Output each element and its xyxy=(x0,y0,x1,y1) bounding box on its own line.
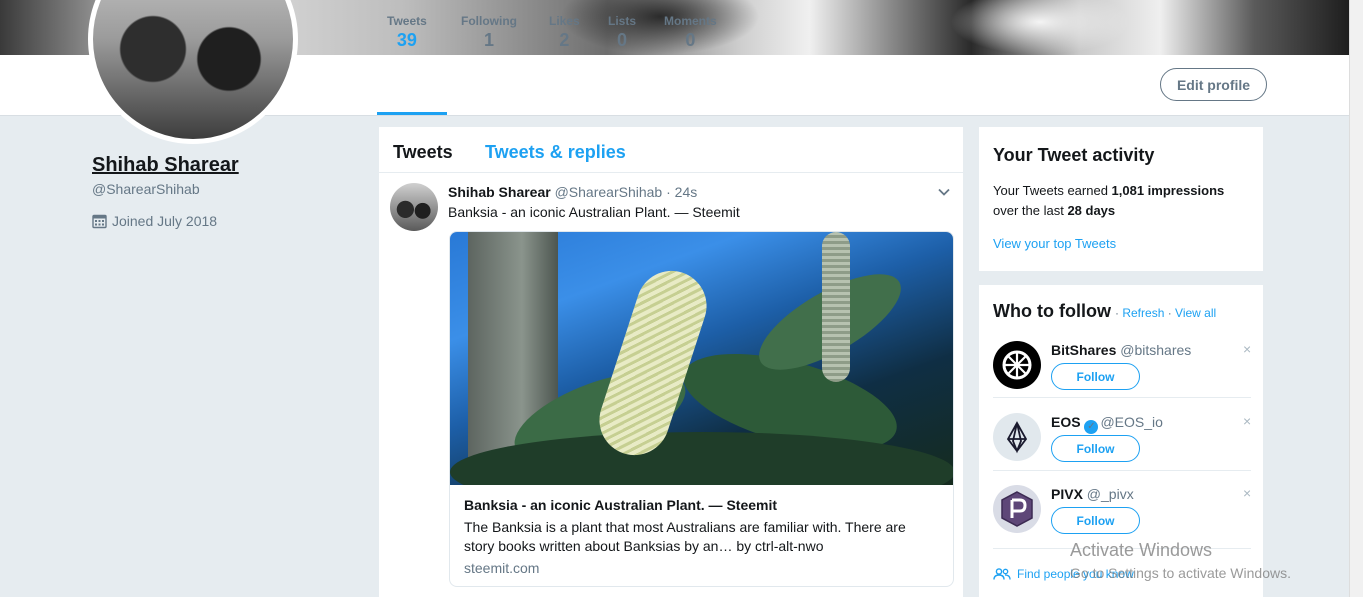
nav-moments[interactable]: Moments 0 xyxy=(664,14,717,51)
joined-text: Joined July 2018 xyxy=(112,213,218,229)
divider xyxy=(993,397,1251,398)
account-handle: @EOS_io xyxy=(1100,414,1163,430)
card-image xyxy=(450,232,953,485)
follow-button[interactable]: Follow xyxy=(1051,435,1140,462)
account-name[interactable]: EOS ✓ @EOS_io xyxy=(1051,414,1163,434)
eos-avatar[interactable] xyxy=(993,413,1041,461)
tweet-avatar[interactable] xyxy=(390,183,438,231)
tweet-activity-module: Your Tweet activity Your Tweets earned 1… xyxy=(978,126,1264,272)
module-title: Your Tweet activity xyxy=(993,145,1155,165)
tweet-text: Banksia - an iconic Australian Plant. — … xyxy=(448,204,740,220)
nav-following[interactable]: Following 1 xyxy=(461,14,517,51)
account-display-name: PIVX xyxy=(1051,486,1083,502)
card-title: Banksia - an iconic Australian Plant. — … xyxy=(464,497,778,513)
pivx-avatar[interactable] xyxy=(993,485,1041,533)
timeline-tabs: Tweets Tweets & replies xyxy=(379,127,963,173)
joined-date: Joined July 2018 xyxy=(92,213,217,229)
tab-tweets-replies[interactable]: Tweets & replies xyxy=(485,142,626,163)
nav-tweets[interactable]: Tweets 39 xyxy=(387,14,427,51)
activity-summary: Your Tweets earned 1,081 impressions over… xyxy=(993,181,1253,221)
activity-impressions: 1,081 impressions xyxy=(1111,183,1225,198)
account-name[interactable]: PIVX @_pivx xyxy=(1051,486,1134,502)
chevron-down-icon[interactable] xyxy=(937,185,951,204)
timeline: Tweets Tweets & replies Shihab Sharear @… xyxy=(378,126,964,597)
dismiss-icon[interactable]: × xyxy=(1243,341,1251,357)
activity-text: over the last xyxy=(993,203,1068,218)
card-image-spike xyxy=(822,232,850,382)
tab-tweets[interactable]: Tweets xyxy=(393,142,453,163)
bitshares-logo-icon xyxy=(1002,350,1032,380)
tweet-author-handle[interactable]: @SharearShihab xyxy=(555,184,663,200)
watermark-title: Activate Windows xyxy=(1070,540,1213,560)
link-card[interactable]: Banksia - an iconic Australian Plant. — … xyxy=(449,231,954,587)
who-to-follow-links: · Refresh · View all xyxy=(1115,306,1216,320)
refresh-link[interactable]: Refresh xyxy=(1122,306,1164,320)
nav-count: 2 xyxy=(559,30,570,50)
follow-button[interactable]: Follow xyxy=(1051,507,1140,534)
eos-logo-icon xyxy=(1006,421,1028,454)
dismiss-icon[interactable]: × xyxy=(1243,413,1251,429)
account-handle: @bitshares xyxy=(1120,342,1192,358)
bitshares-avatar[interactable] xyxy=(993,341,1041,389)
nav-lists[interactable]: Lists 0 xyxy=(608,14,636,51)
tweet-timestamp[interactable]: · 24s xyxy=(666,184,697,200)
nav-label: Likes xyxy=(549,14,580,28)
nav-count: 1 xyxy=(483,30,494,50)
module-title: Who to follow xyxy=(993,301,1111,321)
profile-avatar[interactable] xyxy=(88,0,298,144)
nav-label: Following xyxy=(461,14,517,28)
activate-windows-watermark: Activate Windows Go to Settings to activ… xyxy=(1070,540,1291,581)
account-display-name: BitShares xyxy=(1051,342,1117,358)
cover-shade xyxy=(560,0,760,55)
tweet-author-name[interactable]: Shihab Sharear xyxy=(448,184,551,200)
tweet-header: Shihab Sharear @SharearShihab · 24s xyxy=(448,184,697,200)
suggested-account[interactable]: BitShares @bitshares Follow × xyxy=(993,341,1251,414)
profile-name[interactable]: Shihab Sharear xyxy=(92,154,239,177)
activity-period: 28 days xyxy=(1067,203,1116,218)
people-icon xyxy=(993,568,1011,580)
view-top-tweets-link[interactable]: View your top Tweets xyxy=(993,236,1116,251)
verified-badge-icon: ✓ xyxy=(1084,420,1099,434)
view-all-link[interactable]: View all xyxy=(1175,306,1216,320)
account-name[interactable]: BitShares @bitshares xyxy=(1051,342,1191,358)
card-description: The Banksia is a plant that most Austral… xyxy=(464,519,906,554)
calendar-icon xyxy=(92,214,107,229)
nav-count: 39 xyxy=(396,30,417,50)
dismiss-icon[interactable]: × xyxy=(1243,485,1251,501)
nav-label: Moments xyxy=(664,14,717,28)
nav-label: Tweets xyxy=(387,14,427,28)
card-domain: steemit.com xyxy=(464,560,540,576)
watermark-subtitle: Go to Settings to activate Windows. xyxy=(1070,565,1291,581)
nav-count: 0 xyxy=(685,30,696,50)
pivx-logo-icon xyxy=(1001,491,1033,527)
cover-shade xyxy=(950,0,1130,55)
suggested-account[interactable]: EOS ✓ @EOS_io Follow × xyxy=(993,413,1251,486)
nav-likes[interactable]: Likes 2 xyxy=(549,14,580,51)
separator: · xyxy=(1164,306,1176,320)
nav-count: 0 xyxy=(617,30,628,50)
nav-active-indicator xyxy=(377,112,447,115)
scrollbar[interactable] xyxy=(1349,0,1363,597)
divider xyxy=(993,470,1251,471)
nav-label: Lists xyxy=(608,14,637,28)
follow-button[interactable]: Follow xyxy=(1051,363,1140,390)
account-display-name: EOS xyxy=(1051,414,1081,430)
profile-handle: @SharearShihab xyxy=(92,181,200,197)
activity-text: Your Tweets earned xyxy=(993,183,1112,198)
edit-profile-button[interactable]: Edit profile xyxy=(1160,68,1267,101)
account-handle: @_pivx xyxy=(1086,486,1134,502)
